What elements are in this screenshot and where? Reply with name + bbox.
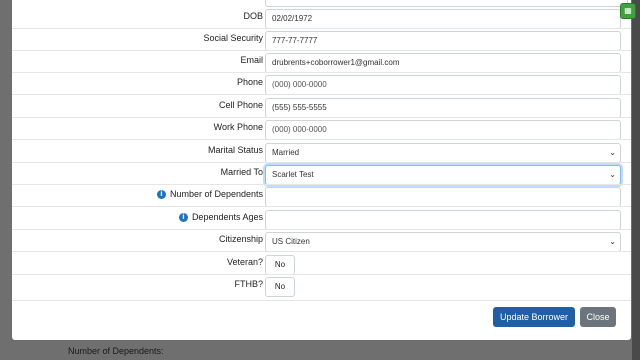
info-circle-icon[interactable]: i: [178, 212, 188, 222]
dob-row: DOB 02/02/1972: [12, 7, 631, 29]
ssn-field[interactable]: 777-77-7777: [265, 31, 621, 51]
dependents-ages-field[interactable]: [265, 210, 621, 230]
chevron-down-icon: ⌄: [609, 237, 616, 246]
married-to-value: Scarlet Test: [272, 170, 314, 179]
married-to-label: Married To: [220, 167, 263, 177]
cell-phone-label: Cell Phone: [218, 100, 263, 110]
citizenship-select[interactable]: US Citizen ⌄: [265, 232, 621, 252]
marital-status-row: Marital Status Married ⌄: [12, 141, 631, 163]
phone-field[interactable]: (000) 000-0000: [265, 75, 621, 95]
close-button[interactable]: Close: [580, 307, 616, 327]
chevron-down-icon: ⌄: [609, 170, 616, 179]
fthb-toggle[interactable]: No: [265, 277, 295, 297]
veteran-toggle[interactable]: No: [265, 255, 295, 275]
dependents-count-row: i Number of Dependents: [12, 185, 631, 207]
backdrop-label: Number of Dependents:: [68, 346, 164, 356]
cell-phone-row: Cell Phone (555) 555-5555: [12, 96, 631, 118]
citizenship-label: Citizenship: [218, 234, 263, 244]
footer-divider: [12, 300, 631, 301]
veteran-row: Veteran? No: [12, 253, 631, 275]
marital-status-select[interactable]: Married ⌄: [265, 143, 621, 163]
work-phone-row: Work Phone (000) 000-0000: [12, 118, 631, 140]
dob-field[interactable]: 02/02/1972: [265, 9, 621, 29]
work-phone-field[interactable]: (000) 000-0000: [265, 120, 621, 140]
marital-status-value: Married: [272, 148, 300, 157]
fthb-row: FTHB? No: [12, 275, 631, 297]
grid-badge-icon[interactable]: ▦: [620, 3, 636, 19]
fthb-label: FTHB?: [234, 279, 263, 289]
email-label: Email: [240, 55, 263, 65]
email-field[interactable]: drubrents+coborrower1@gmail.com: [265, 53, 621, 73]
citizenship-value: US Citizen: [272, 237, 310, 246]
citizenship-row: Citizenship US Citizen ⌄: [12, 230, 631, 252]
married-to-row: Married To Scarlet Test ⌄: [12, 163, 631, 185]
cell-phone-field[interactable]: (555) 555-5555: [265, 98, 621, 118]
dob-label: DOB: [243, 11, 263, 21]
married-to-select[interactable]: Scarlet Test ⌄: [265, 165, 621, 185]
previous-field-edge: [265, 0, 628, 7]
dependents-count-field[interactable]: [265, 187, 621, 207]
edit-borrower-modal: DOB 02/02/1972 Social Security 777-77-77…: [12, 0, 636, 340]
dependents-ages-row: i Dependents Ages: [12, 208, 631, 230]
info-circle-icon[interactable]: i: [156, 189, 166, 199]
ssn-row: Social Security 777-77-7777: [12, 29, 631, 51]
work-phone-label: Work Phone: [213, 122, 263, 132]
chevron-down-icon: ⌄: [609, 148, 616, 157]
marital-status-label: Marital Status: [207, 145, 263, 155]
phone-label: Phone: [236, 77, 263, 87]
email-row: Email drubrents+coborrower1@gmail.com: [12, 51, 631, 73]
phone-row: Phone (000) 000-0000: [12, 73, 631, 95]
veteran-label: Veteran?: [226, 257, 263, 267]
dependents-ages-label: i Dependents Ages: [178, 212, 263, 222]
page-scroll-strip: [632, 0, 640, 360]
ssn-label: Social Security: [203, 33, 263, 43]
dependents-count-label: i Number of Dependents: [156, 189, 263, 199]
